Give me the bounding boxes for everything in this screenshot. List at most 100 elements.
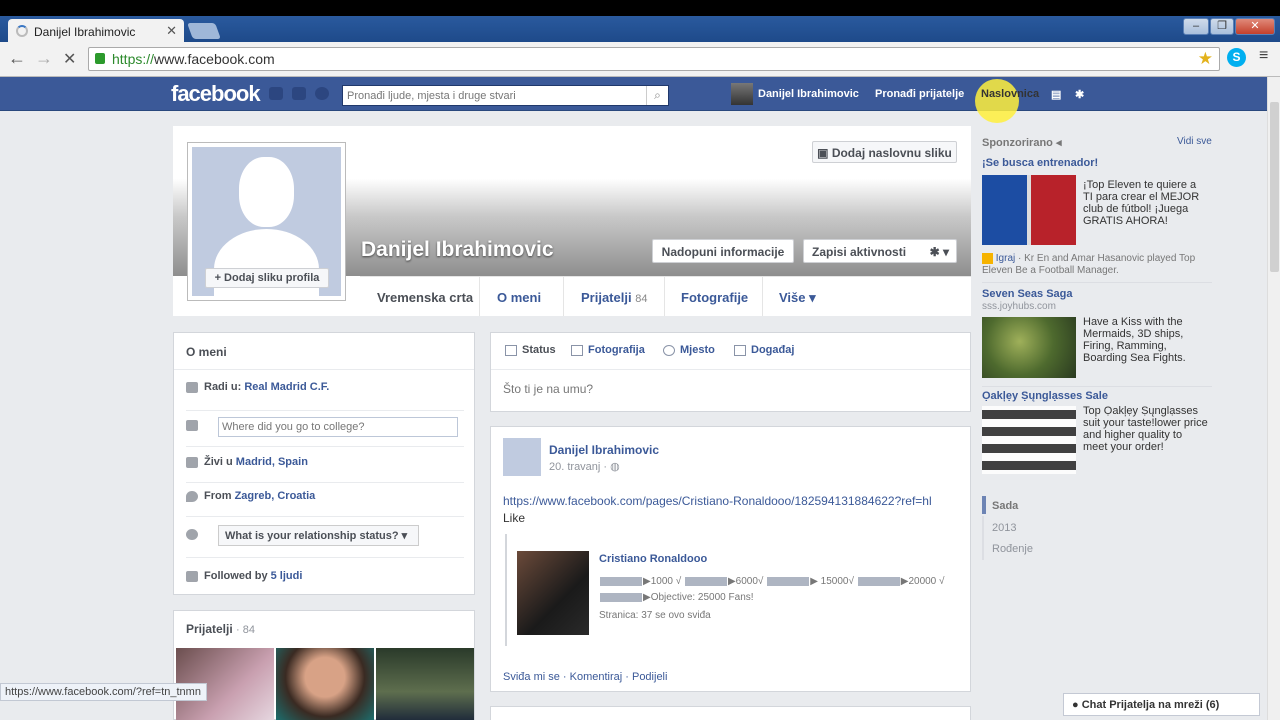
add-profile-photo-button[interactable]: + Dodaj sliku profila	[205, 268, 329, 288]
browser-tab[interactable]: Danijel Ibrahimovic ✕	[8, 19, 184, 42]
scrollbar-thumb[interactable]	[1270, 102, 1279, 272]
see-all-link[interactable]: Vidi sve	[1177, 136, 1212, 147]
tab-about[interactable]: O meni	[480, 277, 564, 316]
timeline-item[interactable]: Sada	[982, 500, 1018, 512]
close-tab-icon[interactable]: ✕	[166, 23, 177, 39]
menu-icon[interactable]: ≡	[1259, 47, 1268, 65]
composer-tab-photo[interactable]: Fotografija	[571, 344, 645, 356]
activity-log-button[interactable]: Zapisi aktivnosti ✱ ▾	[803, 239, 957, 263]
minimize-button[interactable]: –	[1183, 18, 1209, 35]
close-window-button[interactable]: ✕	[1235, 18, 1275, 35]
event-icon	[734, 344, 746, 356]
work-link[interactable]: Real Madrid C.F.	[244, 381, 329, 393]
composer-tab-event[interactable]: Događaj	[734, 344, 794, 356]
page-thumbnail[interactable]	[517, 551, 589, 635]
ad-title[interactable]: ¡Se busca entrenador!	[982, 157, 1212, 169]
about-title[interactable]: O meni	[186, 345, 227, 359]
add-cover-button[interactable]: ▣ Dodaj naslovnu sliku	[812, 141, 957, 163]
composer-tab-place[interactable]: Mjesto	[663, 344, 715, 356]
search-input[interactable]: Pronađi ljude, mjesta i druge stvari ⌕	[342, 85, 669, 106]
forward-icon[interactable]: →	[35, 48, 53, 69]
timeline-post: Danijel Ibrahimovic 20. travanj · ◍ http…	[490, 426, 971, 692]
lives-link[interactable]: Madrid, Spain	[236, 456, 308, 468]
ad-text: Have a Kiss with the Mermaids, 3D ships,…	[1083, 316, 1186, 364]
browser-window: Danijel Ibrahimovic ✕ – ❐ ✕ ← → ✕ https:…	[0, 16, 1280, 720]
post-date[interactable]: 20. travanj · ◍	[549, 460, 620, 473]
skype-extension-icon[interactable]: S	[1227, 48, 1246, 67]
title-bar: Danijel Ibrahimovic ✕ – ❐ ✕	[0, 16, 1280, 42]
ad-image-seven-seas[interactable]	[982, 317, 1076, 378]
chat-sidebar-button[interactable]: ● Chat Prijatelja na mreži (6)	[1063, 693, 1260, 716]
followers-link[interactable]: 5 ljudi	[271, 570, 303, 582]
url-bar[interactable]: https://www.facebook.com ★	[88, 47, 1220, 71]
update-info-button[interactable]: Nadopuni informacije	[652, 239, 794, 263]
friends-card: Prijatelji · 84	[173, 610, 475, 720]
gear-dropdown-icon[interactable]: ✱ ▾	[930, 245, 949, 259]
page-title[interactable]: Cristiano Ronaldooo	[599, 553, 707, 565]
camera-icon: ▣	[817, 146, 832, 160]
messages-icon[interactable]	[292, 87, 306, 100]
profile-name[interactable]: Danijel Ibrahimovic	[361, 238, 554, 262]
from-link[interactable]: Zagreb, Croatia	[235, 490, 316, 502]
lives-row: Živi u Madrid, Spain	[186, 456, 464, 483]
notifications-icon[interactable]	[315, 87, 329, 100]
chevron-down-icon: ▾	[401, 530, 408, 542]
composer-input[interactable]: Što ti je na umu?	[503, 382, 593, 396]
back-icon[interactable]: ←	[8, 48, 26, 69]
tab-timeline[interactable]: Vremenska crta	[360, 277, 480, 316]
ad-title[interactable]: Ọakļẹy Ṣųnglạsses Sale	[982, 390, 1108, 402]
relationship-dropdown[interactable]: What is your relationship status? ▾	[218, 525, 419, 546]
ad-image-sunglasses[interactable]	[982, 406, 1076, 474]
post-author-avatar[interactable]	[503, 438, 541, 476]
profile-tabs: Vremenska crta O meni Prijatelji 84 Foto…	[360, 276, 971, 316]
url-host: www.facebook.com	[154, 51, 275, 67]
friend-requests-icon[interactable]	[269, 87, 283, 100]
school-icon	[186, 419, 198, 431]
game-icon	[982, 253, 993, 264]
privacy-shortcuts-icon[interactable]: ▤	[1051, 88, 1061, 101]
ad-image-topeleven[interactable]	[982, 175, 1076, 245]
profile-link[interactable]: Danijel Ibrahimovic	[758, 88, 859, 100]
timeline-item[interactable]: 2013	[982, 522, 1016, 534]
post-actions[interactable]: Sviđa mi se · Komentiraj · Podijeli	[503, 671, 667, 683]
timeline-item[interactable]: Rođenje	[982, 543, 1033, 555]
relationship-row: What is your relationship status? ▾	[186, 525, 464, 558]
new-tab-button[interactable]	[187, 23, 221, 39]
shared-page-attachment[interactable]: Cristiano Ronaldooo ▶1000 √ ▶6000√ ▶ 150…	[505, 534, 960, 646]
location-pin-icon	[186, 490, 198, 502]
search-icon[interactable]: ⌕	[646, 86, 668, 105]
next-post	[490, 706, 971, 720]
page-scrollbar[interactable]	[1267, 77, 1280, 720]
friend-thumbnail[interactable]	[276, 648, 374, 720]
tab-photos[interactable]: Fotografije	[665, 277, 763, 316]
ad-title[interactable]: Seven Seas Saga	[982, 288, 1073, 300]
lock-icon	[95, 53, 105, 64]
college-input[interactable]: Where did you go to college?	[218, 417, 458, 437]
composer-tab-status[interactable]: Status	[505, 344, 556, 356]
from-row: From Zagreb, Croatia	[186, 490, 464, 517]
heart-icon	[186, 528, 198, 540]
avatar[interactable]	[731, 83, 753, 105]
play-link[interactable]: Igraj	[996, 253, 1015, 264]
friends-count: · 84	[236, 624, 255, 636]
bookmark-star-icon[interactable]: ★	[1198, 49, 1213, 69]
about-card: O meni Radi u: Real Madrid C.F. Where di…	[173, 332, 475, 595]
tab-friends[interactable]: Prijatelji 84	[564, 277, 665, 316]
globe-icon: ◍	[610, 461, 620, 473]
post-url[interactable]: https://www.facebook.com/pages/Cristiano…	[503, 493, 932, 510]
activity-log-label: Zapisi aktivnosti	[812, 245, 907, 259]
settings-gear-icon[interactable]: ✱	[1075, 88, 1084, 101]
friends-title[interactable]: Prijatelji	[186, 622, 233, 636]
profile-picture[interactable]: + Dodaj sliku profila	[187, 142, 346, 301]
friend-thumbnail[interactable]	[376, 648, 474, 720]
find-friends-link[interactable]: Pronađi prijatelje	[875, 88, 964, 100]
photo-icon	[571, 344, 583, 356]
facebook-logo[interactable]: facebook	[171, 81, 261, 107]
maximize-button[interactable]: ❐	[1210, 18, 1234, 35]
post-author[interactable]: Danijel Ibrahimovic	[549, 443, 659, 457]
tab-more[interactable]: Više ▾	[763, 277, 843, 316]
briefcase-icon	[186, 381, 198, 393]
stop-icon[interactable]: ✕	[63, 49, 76, 69]
status-bar-url: https://www.facebook.com/?ref=tn_tnmn	[0, 683, 207, 701]
home-link[interactable]: Naslovnica	[981, 88, 1039, 100]
